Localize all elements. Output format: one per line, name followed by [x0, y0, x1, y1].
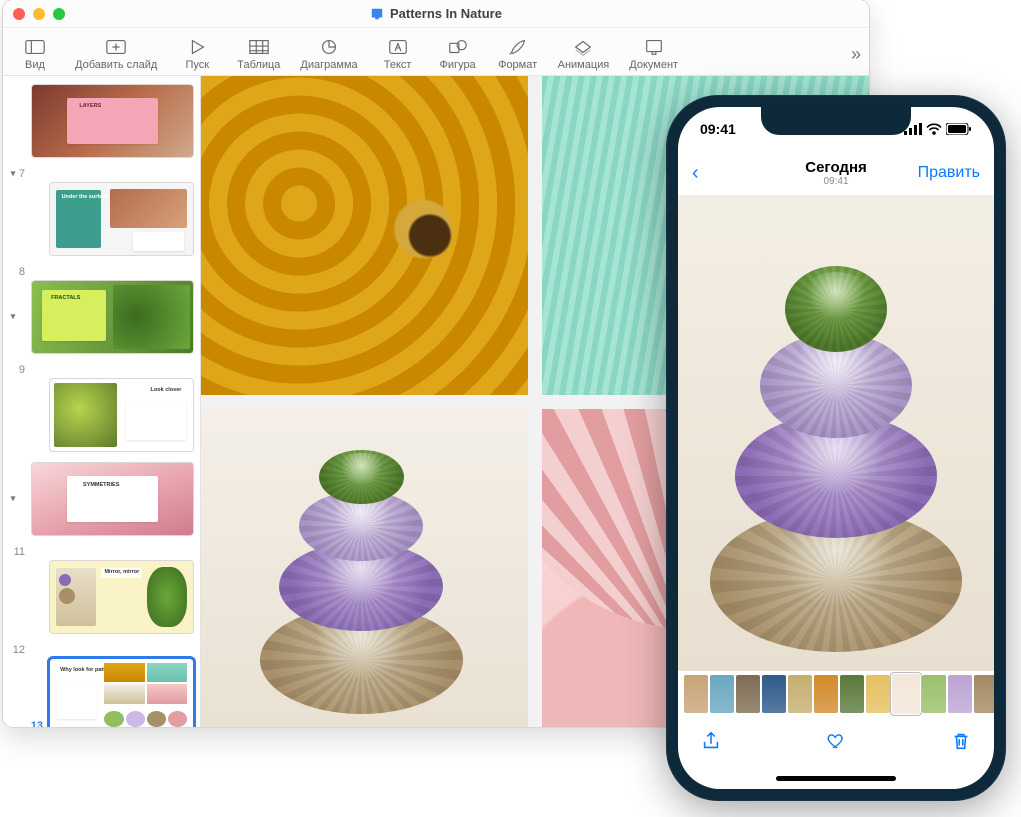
filmstrip-thumb[interactable]	[684, 675, 708, 713]
iphone-device: 09:41 ‹ Сегодня 09:41 Править	[666, 95, 1006, 801]
slide-number: 9	[9, 364, 25, 376]
chart-icon	[318, 37, 340, 57]
toolbar-label: Текст	[384, 59, 412, 71]
toolbar-label: Фигура	[440, 59, 476, 71]
toolbar-overflow[interactable]: »	[851, 44, 861, 65]
add-slide-button[interactable]: Добавить слайд	[75, 37, 157, 71]
back-button[interactable]: ‹	[692, 162, 699, 185]
slide-number: 13	[27, 720, 43, 727]
slide-thumb[interactable]: LAYERS	[9, 84, 194, 158]
toolbar-label: Таблица	[237, 59, 280, 71]
shape-icon	[447, 37, 469, 57]
view-button[interactable]: Вид	[15, 37, 55, 71]
filmstrip-thumb[interactable]	[762, 675, 786, 713]
play-icon	[186, 37, 208, 57]
slide-navigator[interactable]: LAYERS ▾ 7 Under the surface 8	[3, 76, 201, 727]
animation-button[interactable]: Анимация	[558, 37, 610, 71]
slide-number: 8	[9, 266, 25, 278]
filmstrip-thumb[interactable]	[948, 675, 972, 713]
document-icon	[643, 37, 665, 57]
keynote-doc-icon	[370, 7, 384, 21]
share-icon	[700, 730, 722, 752]
animation-icon	[572, 37, 594, 57]
slide-thumb[interactable]: Mirror, mirror	[9, 560, 194, 634]
slide-thumb-row: 12	[9, 644, 194, 656]
filmstrip-thumb[interactable]	[892, 674, 920, 714]
table-icon	[248, 37, 270, 57]
slide-thumb-row: 8	[9, 266, 194, 278]
trash-icon	[950, 730, 972, 752]
edit-button[interactable]: Править	[918, 164, 980, 182]
titlebar: Patterns In Nature	[3, 0, 869, 28]
notch	[761, 107, 911, 135]
photo-filmstrip[interactable]	[678, 671, 994, 717]
disclosure-triangle[interactable]: ▾	[7, 169, 19, 180]
text-button[interactable]: Текст	[378, 37, 418, 71]
photos-toolbar	[678, 717, 994, 767]
filmstrip-thumb[interactable]	[788, 675, 812, 713]
disclosure-triangle[interactable]: ▾	[7, 312, 19, 323]
photo-viewer[interactable]	[678, 195, 994, 671]
shape-button[interactable]: Фигура	[438, 37, 478, 71]
document-title: Patterns In Nature	[370, 6, 502, 21]
format-button[interactable]: Формат	[498, 37, 538, 71]
filmstrip-thumb[interactable]	[922, 675, 946, 713]
slide-number: 11	[9, 546, 25, 558]
home-indicator[interactable]	[678, 767, 994, 789]
slide-thumb-row: ▾ 7	[9, 168, 194, 180]
slide-thumb[interactable]: ▾ SYMMETRIES	[9, 462, 194, 536]
canvas-image-honeycomb[interactable]	[201, 76, 528, 395]
favorite-button[interactable]	[825, 730, 847, 755]
status-indicators	[904, 123, 972, 135]
heart-icon	[825, 730, 847, 752]
close-button[interactable]	[13, 8, 25, 20]
text-icon	[387, 37, 409, 57]
status-time: 09:41	[700, 121, 736, 137]
play-button[interactable]: Пуск	[177, 37, 217, 71]
slide-thumb-selected[interactable]: 13 Why look for patterns?	[9, 658, 194, 727]
toolbar-label: Пуск	[185, 59, 209, 71]
slide-thumb[interactable]: ▾ FRACTALS	[9, 280, 194, 354]
filmstrip-thumb[interactable]	[814, 675, 838, 713]
table-button[interactable]: Таблица	[237, 37, 280, 71]
share-button[interactable]	[700, 730, 722, 755]
brush-icon	[507, 37, 529, 57]
filmstrip-thumb[interactable]	[710, 675, 734, 713]
toolbar: Вид Добавить слайд Пуск Таблица Диаграмм…	[3, 28, 869, 76]
window-controls	[13, 8, 65, 20]
iphone-screen: 09:41 ‹ Сегодня 09:41 Править	[678, 107, 994, 789]
document-button[interactable]: Документ	[629, 37, 678, 71]
slide-number: 12	[9, 644, 25, 656]
toolbar-label: Добавить слайд	[75, 59, 157, 71]
filmstrip-thumb[interactable]	[736, 675, 760, 713]
toolbar-label: Формат	[498, 59, 537, 71]
slide-thumb-row: 9	[9, 364, 194, 376]
toolbar-label: Вид	[25, 59, 45, 71]
trash-button[interactable]	[950, 730, 972, 755]
view-icon	[24, 37, 46, 57]
filmstrip-thumb[interactable]	[866, 675, 890, 713]
slide-thumb[interactable]: Look closer	[9, 378, 194, 452]
slide-thumb[interactable]: Under the surface	[9, 182, 194, 256]
photos-navbar: ‹ Сегодня 09:41 Править	[678, 151, 994, 195]
chart-button[interactable]: Диаграмма	[300, 37, 357, 71]
wifi-icon	[926, 123, 942, 135]
toolbar-label: Диаграмма	[300, 59, 357, 71]
disclosure-triangle[interactable]: ▾	[7, 494, 19, 505]
plus-slide-icon	[105, 37, 127, 57]
battery-icon	[946, 123, 972, 135]
toolbar-label: Документ	[629, 59, 678, 71]
minimize-button[interactable]	[33, 8, 45, 20]
slide-thumb-row: 11	[9, 546, 194, 558]
filmstrip-thumb[interactable]	[840, 675, 864, 713]
canvas-image-urchins[interactable]	[201, 409, 528, 728]
maximize-button[interactable]	[53, 8, 65, 20]
filmstrip-thumb[interactable]	[974, 675, 994, 713]
toolbar-label: Анимация	[558, 59, 610, 71]
